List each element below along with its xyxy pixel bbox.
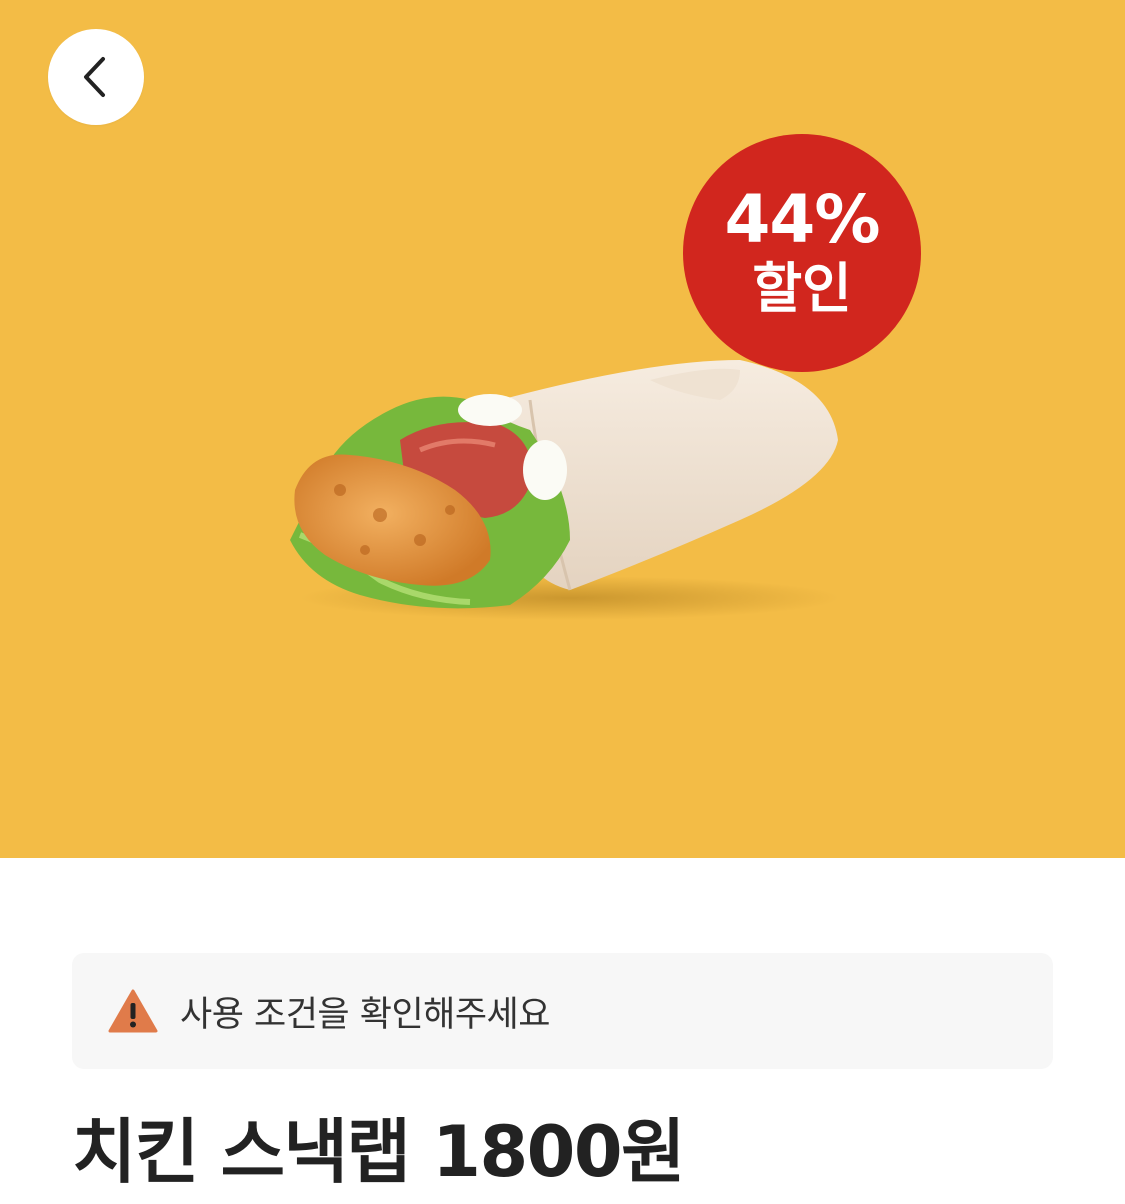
discount-percent: 44% [724, 181, 881, 259]
product-title: 치킨 스낵랩 1800원 [72, 1111, 685, 1193]
usage-conditions-notice[interactable]: 사용 조건을 확인해주세요 [72, 953, 1053, 1069]
discount-badge: 44% 할인 [683, 134, 921, 372]
chevron-left-icon [84, 57, 105, 97]
hero-banner: 44% 할인 [0, 0, 1125, 858]
warning-icon [108, 989, 158, 1033]
product-image [290, 360, 840, 620]
back-button[interactable] [48, 29, 144, 125]
notice-text: 사용 조건을 확인해주세요 [180, 994, 550, 1035]
discount-label: 할인 [752, 257, 852, 321]
